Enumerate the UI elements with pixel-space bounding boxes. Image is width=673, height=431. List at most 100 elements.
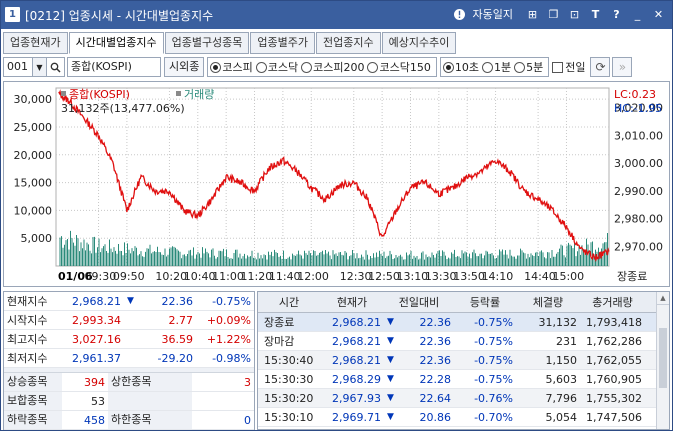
radio-kospi200-circle[interactable] xyxy=(301,61,313,73)
minimize-icon[interactable]: _ xyxy=(630,7,645,22)
sector-code-input[interactable]: 001 xyxy=(3,57,33,77)
radio-1min-circle[interactable] xyxy=(481,61,493,73)
count-row: 상승종목 394 상한종목 3 xyxy=(4,373,254,392)
column-header[interactable]: 현재가 xyxy=(320,294,384,310)
radio-10sec[interactable]: 10초 xyxy=(442,59,479,75)
tile-icon[interactable]: ⊞ xyxy=(525,7,540,22)
total-volume-cell: 1,762,055 xyxy=(586,353,642,367)
radio-kosdaq150[interactable]: 코스닥150 xyxy=(367,59,431,75)
search-icon[interactable] xyxy=(47,57,65,77)
interval-radio-group: 10초 1분 5분 xyxy=(439,57,550,77)
overseas-button[interactable]: 시외종 xyxy=(164,57,205,77)
table-row[interactable]: 15:30:10 2,969.71 ▼ 20.86 -0.70% 5,054 1,747,5… xyxy=(258,408,669,427)
scroll-thumb[interactable] xyxy=(659,328,667,388)
radio-5min[interactable]: 5분 xyxy=(514,59,543,75)
x-tick-label: 10:40 xyxy=(184,270,216,283)
legend-index-swatch xyxy=(61,91,66,96)
table-row[interactable]: 장종료 2,968.21 ▼ 22.36 -0.75% 31,132 1,793,418 xyxy=(258,313,669,332)
auto-log-button[interactable]: 자동일지 xyxy=(473,6,513,22)
tab-components[interactable]: 업종별구성종목 xyxy=(164,32,250,54)
summary-rows: 현재지수 2,968.21 ▼ 22.36 -0.75% 시작지수 2,993.34 2.77… xyxy=(4,292,254,368)
column-header[interactable]: 시간 xyxy=(258,294,320,310)
column-header[interactable]: 총거래량 xyxy=(580,294,645,310)
radio-kosdaq150-circle[interactable] xyxy=(367,61,379,73)
count-value: 394 xyxy=(84,375,105,389)
table-row[interactable]: 장마감 2,968.21 ▼ 22.36 -0.75% 231 1,762,286 xyxy=(258,332,669,351)
radio-5min-circle[interactable] xyxy=(514,61,526,73)
rate-cell: -0.75% xyxy=(474,353,513,367)
table-scrollbar[interactable]: ▲ xyxy=(656,292,669,429)
x-tick-label: 12:30 xyxy=(340,270,372,283)
left-tick-label: 5,000 xyxy=(21,232,53,245)
x-tick-label: 11:20 xyxy=(241,270,273,283)
summary-change: 36.59 xyxy=(161,332,194,346)
summary-value: 2,968.21 xyxy=(72,294,121,308)
lc-label: LC:0.23 xyxy=(614,88,656,101)
change-cell: 22.36 xyxy=(419,353,452,367)
tab-all-sectors[interactable]: 전업종지수 xyxy=(316,32,381,54)
radio-kospi-label: 코스피 xyxy=(222,61,253,74)
change-cell: 22.64 xyxy=(419,391,452,405)
x-tick-label: 09:50 xyxy=(113,270,145,283)
volume-readout: 31,132주(13,477.06%) xyxy=(61,102,185,115)
summary-row: 최고지수 3,027.16 36.59 +1.22% xyxy=(4,330,254,349)
radio-kospi-circle[interactable] xyxy=(210,61,222,73)
radio-kosdaq-circle[interactable] xyxy=(255,61,267,73)
volume-cell: 231 xyxy=(556,334,577,348)
summary-label: 최저지수 xyxy=(7,352,48,365)
auto-log-icon[interactable] xyxy=(452,7,467,22)
table-row[interactable]: 15:30:40 2,968.21 ▼ 22.36 -0.75% 1,150 1,762,0… xyxy=(258,351,669,370)
help-icon[interactable]: ? xyxy=(609,7,624,22)
radio-kosdaq[interactable]: 코스닥 xyxy=(255,59,298,75)
total-volume-cell: 1,747,506 xyxy=(586,410,642,424)
summary-row: 최저지수 2,961.37 -29.20 -0.98% xyxy=(4,349,254,368)
column-header[interactable]: 전일대비 xyxy=(384,294,454,310)
price-cell: 2,968.21 xyxy=(332,353,381,367)
close-icon[interactable]: ✕ xyxy=(651,7,666,22)
x-tick-label: 10:20 xyxy=(155,270,187,283)
tab-expected-index[interactable]: 예상지수추이 xyxy=(381,32,457,54)
total-volume-cell: 1,762,286 xyxy=(586,334,642,348)
right-tick-label: 2,970.00 xyxy=(614,241,663,254)
volume-cell: 5,054 xyxy=(545,410,578,424)
tab-current-price[interactable]: 업종현재가 xyxy=(3,32,68,54)
radio-kospi200[interactable]: 코스피200 xyxy=(301,59,364,75)
count-label: 상승종목 xyxy=(4,373,62,391)
tab-sector-prices[interactable]: 업종별주가 xyxy=(250,32,316,54)
font-icon[interactable]: T xyxy=(588,7,603,22)
table-row[interactable]: 15:30:30 2,968.29 ▼ 22.28 -0.75% 5,603 1,760,9… xyxy=(258,370,669,389)
radio-10sec-circle[interactable] xyxy=(442,61,454,73)
left-tick-label: 30,000 xyxy=(14,93,53,106)
summary-label: 시작지수 xyxy=(7,314,48,327)
sector-name-field: 종합(KOSPI) xyxy=(67,57,161,77)
pin-icon[interactable]: ⊡ xyxy=(567,7,582,22)
time-cell: 15:30:20 xyxy=(264,391,314,405)
radio-1min[interactable]: 1분 xyxy=(481,59,511,75)
refresh-icon[interactable]: ⟳ xyxy=(590,57,611,77)
column-header[interactable]: 체결량 xyxy=(516,294,580,310)
summary-value: 2,961.37 xyxy=(72,351,121,365)
rate-cell: -0.75% xyxy=(474,315,513,329)
tab-time-index[interactable]: 시간대별업종지수 xyxy=(68,32,164,54)
summary-row: 현재지수 2,968.21 ▼ 22.36 -0.75% xyxy=(4,292,254,311)
copy-icon[interactable]: ❐ xyxy=(546,7,561,22)
x-tick-label: 12:50 xyxy=(368,270,400,283)
radio-kospi[interactable]: 코스피 xyxy=(210,59,253,75)
window: 1 [0212] 업종시세 - 시간대별업종지수 자동일지 ⊞ ❐ ⊡ T ? … xyxy=(0,0,673,431)
table-row[interactable]: 15:30:20 2,967.93 ▼ 22.64 -0.76% 7,796 1,755,3… xyxy=(258,389,669,408)
column-header[interactable]: 등락률 xyxy=(454,294,516,310)
scroll-up-icon[interactable]: ▲ xyxy=(657,292,669,305)
count-label: 보합종목 xyxy=(4,392,62,410)
time-table: 시간 현재가 전일대비 등락률 체결량 총거래량 장종료 2,968.21 ▼ 22.36 -0.… xyxy=(257,291,670,430)
window-number-badge: 1 xyxy=(5,7,20,22)
count-row: 보합종목 53 xyxy=(4,392,254,411)
prev-day-checkbox[interactable]: 전일 xyxy=(552,59,585,75)
tab-bar: 업종현재가 시간대별업종지수 업종별구성종목 업종별주가 전업종지수 예상지수추… xyxy=(3,32,457,54)
chevron-down-icon[interactable]: ▼ xyxy=(33,57,47,77)
price-cell: 2,968.21 xyxy=(332,334,381,348)
summary-pct: -0.75% xyxy=(212,294,251,308)
count-row: 하락종목 458 하한종목 0 xyxy=(4,411,254,430)
prev-day-check[interactable] xyxy=(552,61,564,73)
title-bar: 1 [0212] 업종시세 - 시간대별업종지수 자동일지 ⊞ ❐ ⊡ T ? … xyxy=(1,1,672,29)
next-icon[interactable]: » xyxy=(612,57,633,77)
